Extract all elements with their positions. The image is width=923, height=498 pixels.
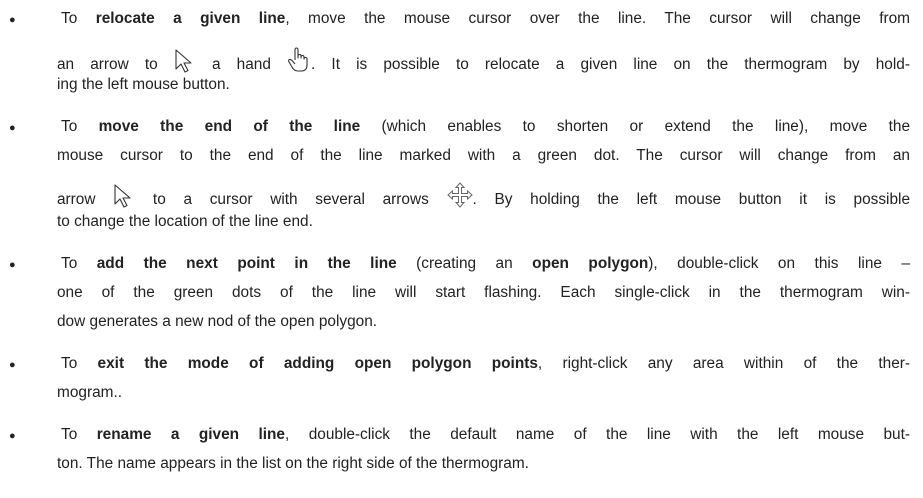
bold-term: move the end of the line <box>98 118 361 135</box>
text-run: ing the left mouse button. <box>57 76 230 93</box>
text-line: To exit the mode of adding open polygon … <box>61 355 910 373</box>
text-line: ton. The name appears in the list on the… <box>57 455 910 473</box>
text-run: To <box>61 355 98 372</box>
text-run: to change the location of the line end. <box>57 213 313 230</box>
hand-cursor-icon <box>287 47 311 78</box>
text-run: (creating an <box>396 255 533 272</box>
text-run: To <box>61 255 97 272</box>
text-line: dow generates a new nod of the open poly… <box>57 313 910 331</box>
text-run: an arrow to <box>57 56 174 73</box>
text-line: to change the location of the line end. <box>57 213 910 231</box>
text-line: To move the end of the line (which enabl… <box>61 118 910 136</box>
text-line: To relocate a given line, move the mouse… <box>61 10 910 28</box>
bold-term: relocate a given line <box>95 10 286 27</box>
text-line: ing the left mouse button. <box>57 76 910 94</box>
bullet-icon: ● <box>9 359 16 371</box>
text-run: ton. The name appears in the list on the… <box>57 455 529 472</box>
text-run: To <box>61 10 96 27</box>
bold-term: exit the mode of adding open polygon poi… <box>97 355 538 372</box>
bullet-icon: ● <box>9 14 16 26</box>
bullet-icon: ● <box>9 122 16 134</box>
bullet-icon: ● <box>9 430 16 442</box>
text-run: . By holding the left mouse button it is… <box>472 191 910 208</box>
text-run: , double-click the default name of the l… <box>285 426 910 443</box>
arrow-cursor-icon <box>113 184 135 213</box>
text-run: ), double-click on this line – <box>648 255 910 272</box>
text-line: To add the next point in the line (creat… <box>61 255 910 273</box>
bold-term: rename a given line <box>96 426 285 443</box>
arrow-cursor-icon <box>174 49 196 78</box>
text-line: arrow to a cursor with several arrows . … <box>57 182 910 213</box>
text-run: . It is possible to relocate a given lin… <box>311 56 910 73</box>
text-line: an arrow to a hand . It is possible to r… <box>57 47 910 78</box>
bold-term: add the next point in the line <box>96 255 397 272</box>
text-run: to a cursor with several arrows <box>135 191 447 208</box>
bold-term: open polygon <box>532 255 649 272</box>
text-run: one of the green dots of the line will s… <box>57 284 910 301</box>
bullet-icon: ● <box>9 259 16 271</box>
text-run: (which enables to shorten or extend the … <box>360 118 911 135</box>
text-run: mouse cursor to the end of the line mark… <box>57 147 910 164</box>
text-run: To <box>61 426 97 443</box>
text-run: mogram.. <box>57 384 122 401</box>
move-cursor-icon <box>446 182 473 213</box>
text-run: arrow <box>57 191 114 208</box>
text-line: To rename a given line, double-click the… <box>61 426 910 444</box>
text-run: To <box>61 118 99 135</box>
text-line: one of the green dots of the line will s… <box>57 284 910 302</box>
text-run: , right-click any area within of the the… <box>537 355 911 372</box>
text-run: , move the mouse cursor over the line. T… <box>285 10 911 27</box>
text-line: mogram.. <box>57 384 910 402</box>
text-run: dow generates a new nod of the open poly… <box>57 313 378 330</box>
text-run: a hand <box>195 56 288 73</box>
text-line: mouse cursor to the end of the line mark… <box>57 147 910 165</box>
